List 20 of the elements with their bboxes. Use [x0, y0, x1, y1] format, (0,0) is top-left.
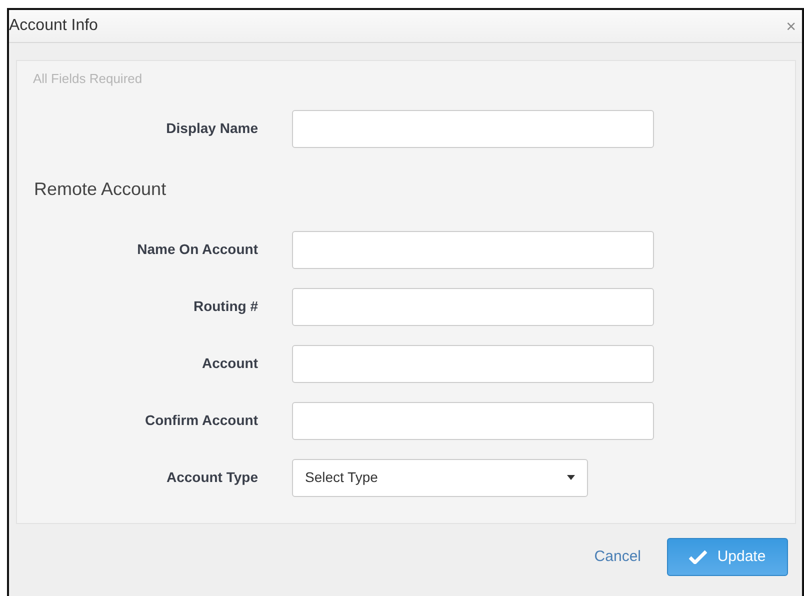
- input-field[interactable]: [292, 402, 654, 440]
- input-field[interactable]: [292, 288, 654, 326]
- field-label: Name On Account: [136, 240, 258, 259]
- check-icon: [689, 550, 708, 564]
- type-dropdown[interactable]: Select Type: [292, 458, 588, 496]
- input-field[interactable]: [292, 230, 654, 268]
- field-label: Display Name: [165, 119, 258, 138]
- section-heading: Remote Account: [34, 178, 168, 200]
- caret-icon: [567, 475, 575, 480]
- field-label: Confirm Account: [144, 411, 258, 430]
- input-field[interactable]: [292, 110, 654, 148]
- cancel-link[interactable]: Cancel: [594, 546, 641, 568]
- field-label: Routing #: [192, 297, 258, 316]
- close-button[interactable]: ×: [784, 18, 798, 34]
- dialog-title: Account Info: [9, 16, 98, 36]
- field-label: Account: [201, 354, 258, 373]
- input-field[interactable]: [292, 344, 654, 382]
- update-button[interactable]: Update: [667, 538, 788, 576]
- field-label: Account Type: [165, 468, 258, 487]
- required-note: All Fields Required: [33, 70, 144, 88]
